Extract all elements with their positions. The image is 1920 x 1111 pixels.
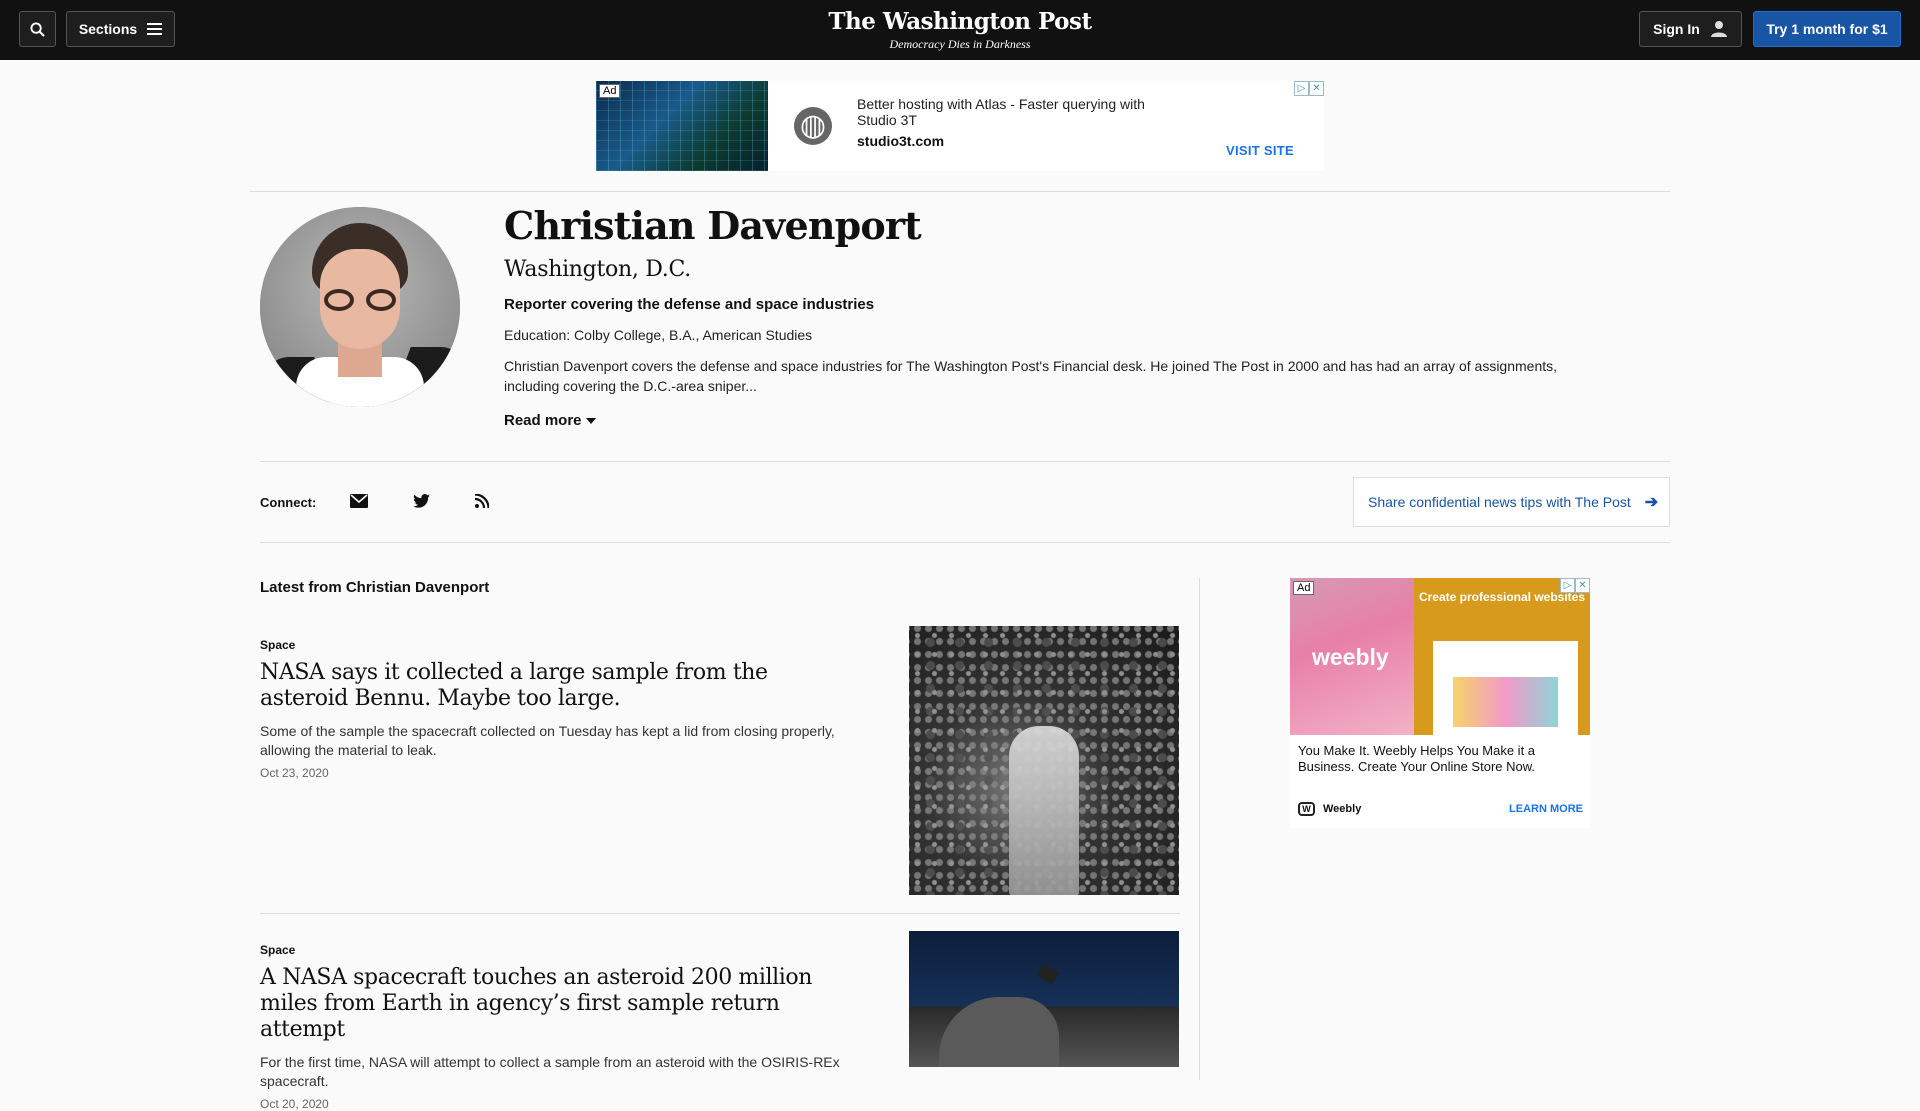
sections-label: Sections [78,21,138,37]
ad-choices[interactable]: ▷ ✕ [1560,578,1590,593]
author-role: Reporter covering the defense and space … [504,296,875,313]
ad-choices-icon[interactable]: ▷ [1294,81,1309,96]
latest-heading: Latest from Christian Davenport [260,579,490,596]
visit-site-link[interactable]: VISIT SITE [1226,143,1294,158]
ad-body: You Make It. Weebly Helps You Make it a … [1298,743,1536,774]
top-navigation-bar: Sections The Washington Post Democracy D… [0,0,1920,60]
news-tips-label: Share confidential news tips with The Po… [1368,494,1631,510]
subscribe-button[interactable]: Try 1 month for $1 [1753,11,1901,47]
twitter-icon[interactable] [410,490,432,512]
ad-brand-name: Weebly [1323,803,1362,815]
author-location: Washington, D.C. [504,257,691,282]
news-tips-button[interactable]: Share confidential news tips with The Po… [1353,477,1670,527]
story-headline[interactable]: NASA says it collected a large sample fr… [260,660,860,712]
story-image[interactable] [909,931,1179,1067]
ad-choices-icon[interactable]: ▷ [1560,578,1575,593]
author-photo [260,207,460,407]
divider [250,191,1670,192]
site-logo[interactable]: The Washington Post Democracy Dies in Da… [760,8,1160,52]
sign-in-button[interactable]: Sign In [1639,11,1742,47]
sections-button[interactable]: Sections [66,11,175,47]
story-date: Oct 20, 2020 [260,1097,329,1111]
ad-image: Ad [596,81,768,171]
rss-icon[interactable] [471,490,493,512]
close-icon[interactable]: ✕ [1575,578,1590,593]
story-card[interactable]: Space NASA says it collected a large sam… [260,626,1180,895]
top-banner-ad[interactable]: Ad ◍ Better hosting with Atlas - Faster … [596,81,1324,171]
subscribe-label: Try 1 month for $1 [1766,21,1888,37]
logo-name: The Washington Post [828,8,1092,35]
caret-down-icon [585,417,596,424]
divider [260,461,1670,462]
learn-more-link[interactable]: LEARN MORE [1509,803,1583,815]
ad-choices[interactable]: ▷ ✕ [1294,81,1324,96]
story-blurb: For the first time, NASA will attempt to… [260,1054,840,1089]
column-divider [1199,578,1200,1080]
connect-label: Connect: [260,495,317,510]
ad-promo-panel: Create professional websites [1414,578,1590,735]
sidebar-ad[interactable]: Ad weebly Create professional websites ▷… [1290,578,1590,828]
story-headline[interactable]: A NASA spacecraft touches an asteroid 20… [260,965,860,1043]
sign-in-label: Sign In [1653,21,1700,37]
author-bio: Christian Davenport covers the defense a… [504,358,1558,394]
arrow-right-icon: ➔ [1644,494,1659,511]
mail-icon[interactable] [348,490,370,512]
story-image[interactable] [909,626,1179,895]
ad-brand: W Weebly [1298,802,1361,816]
weebly-icon: W [1298,802,1315,816]
website-preview [1433,641,1578,735]
ad-image: Ad weebly [1290,578,1414,735]
search-icon [30,21,45,37]
globe-icon: ◍ [794,107,832,145]
divider [260,542,1670,543]
user-icon [1710,21,1727,37]
ad-headline: Better hosting with Atlas - Faster query… [857,96,1145,128]
logo-tagline: Democracy Dies in Darkness [889,37,1031,51]
read-more-label: Read more [504,412,582,429]
close-icon[interactable]: ✕ [1309,81,1324,96]
ad-label: Ad [599,84,621,98]
weebly-logo: weebly [1312,644,1389,670]
ad-domain: studio3t.com [857,133,945,149]
hamburger-icon [147,20,163,38]
divider [260,913,1180,914]
ad-label: Ad [1293,581,1315,595]
author-name: Christian Davenport [504,203,922,248]
story-blurb: Some of the sample the spacecraft collec… [260,723,835,758]
search-button[interactable] [19,11,56,47]
author-education: Education: Colby College, B.A., American… [504,327,813,343]
read-more-button[interactable]: Read more [504,412,596,429]
story-card[interactable]: Space A NASA spacecraft touches an aster… [260,931,1180,1111]
